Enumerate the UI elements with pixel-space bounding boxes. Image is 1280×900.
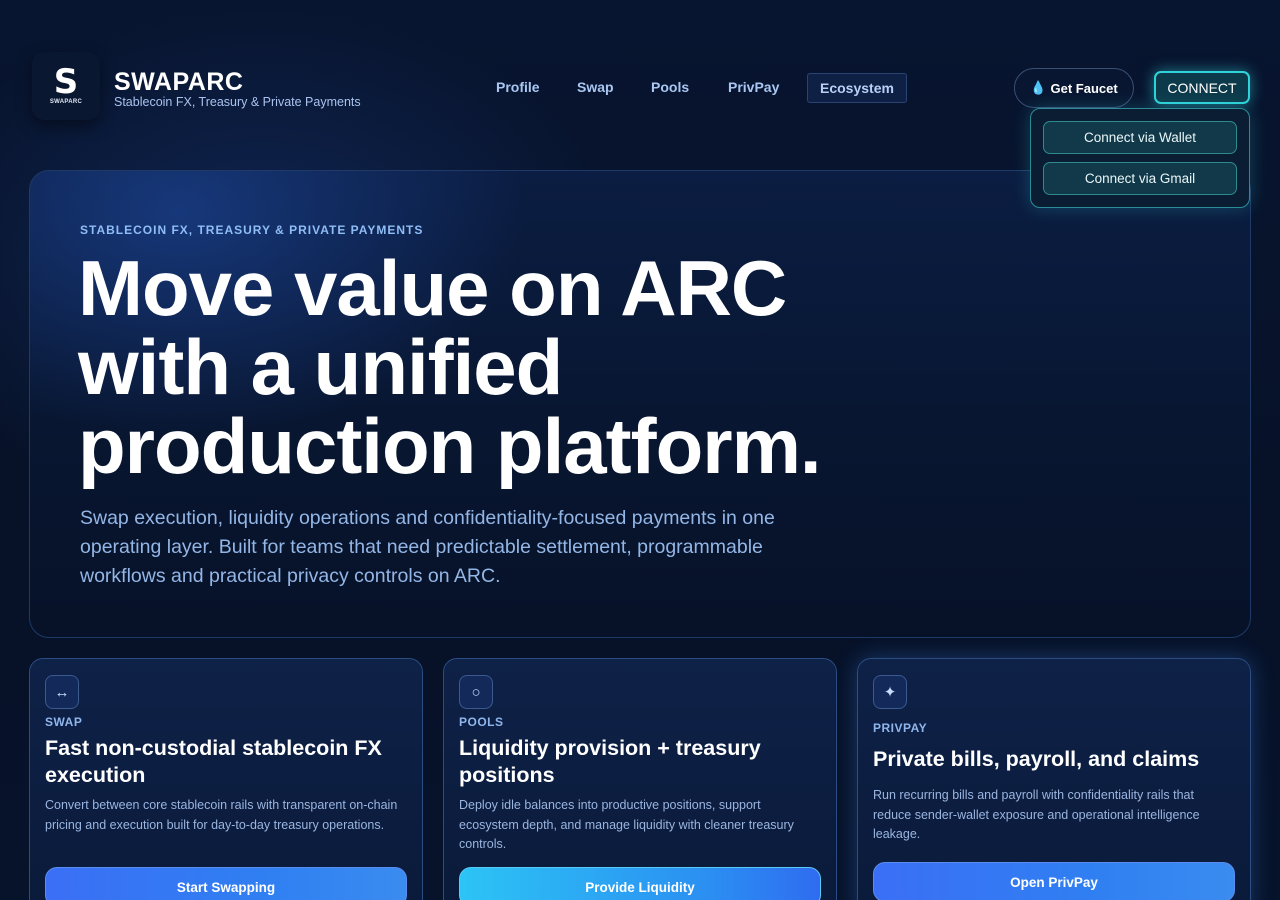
swap-arrows-icon: ↔ (45, 675, 79, 709)
connect-button[interactable]: CONNECT (1154, 71, 1250, 104)
logo-letter: S (53, 62, 79, 102)
connect-via-gmail-button[interactable]: Connect via Gmail (1043, 162, 1237, 195)
privpay-card: ✦ PRIVPAY Private bills, payroll, and cl… (857, 658, 1251, 900)
hero-eyebrow: STABLECOIN FX, TREASURY & PRIVATE PAYMEN… (80, 223, 424, 237)
sparkle-icon: ✦ (873, 675, 907, 709)
water-drop-icon: 💧 (1030, 80, 1047, 95)
card-title: Fast non-custodial stablecoin FX executi… (45, 736, 382, 787)
brand-name[interactable]: SWAPARC (114, 68, 243, 97)
provide-liquidity-button[interactable]: Provide Liquidity (459, 867, 821, 900)
hero-section: STABLECOIN FX, TREASURY & PRIVATE PAYMEN… (29, 170, 1251, 638)
swap-card: ↔ SWAP Fast non-custodial stablecoin FX … (29, 658, 423, 900)
circle-icon: ○ (459, 675, 493, 709)
brand-logo[interactable]: S SWAPARC (32, 52, 100, 120)
hero-subtitle: Swap execution, liquidity operations and… (80, 507, 775, 587)
pools-card: ○ POOLS Liquidity provision + treasury p… (443, 658, 837, 900)
get-faucet-label: Get Faucet (1050, 80, 1118, 96)
brand-tagline: Stablecoin FX, Treasury & Private Paymen… (114, 95, 361, 109)
nav-item-privpay[interactable]: PrivPay (728, 73, 779, 103)
card-label: PRIVPAY (873, 721, 928, 735)
card-title: Liquidity provision + treasury positions (459, 736, 761, 787)
connect-dropdown-menu: Connect via Wallet Connect via Gmail (1030, 108, 1250, 208)
logo-wordmark: SWAPARC (49, 99, 83, 105)
nav-item-pools[interactable]: Pools (651, 73, 689, 103)
start-swapping-button[interactable]: Start Swapping (45, 867, 407, 900)
nav-item-profile[interactable]: Profile (496, 73, 540, 103)
card-description: Deploy idle balances into productive pos… (459, 798, 794, 851)
card-description: Convert between core stablecoin rails wi… (45, 798, 398, 832)
card-label: SWAP (45, 715, 83, 729)
get-faucet-button[interactable]: 💧 Get Faucet (1014, 68, 1134, 108)
open-privpay-button[interactable]: Open PrivPay (873, 862, 1235, 900)
card-title: Private bills, payroll, and claims (873, 747, 1200, 771)
nav-item-swap[interactable]: Swap (577, 73, 614, 103)
hero-title: Move value on ARC with a unified product… (78, 244, 822, 490)
card-label: POOLS (459, 715, 504, 729)
connect-via-wallet-button[interactable]: Connect via Wallet (1043, 121, 1237, 154)
card-description: Run recurring bills and payroll with con… (873, 788, 1200, 841)
nav-item-ecosystem[interactable]: Ecosystem (807, 73, 907, 103)
